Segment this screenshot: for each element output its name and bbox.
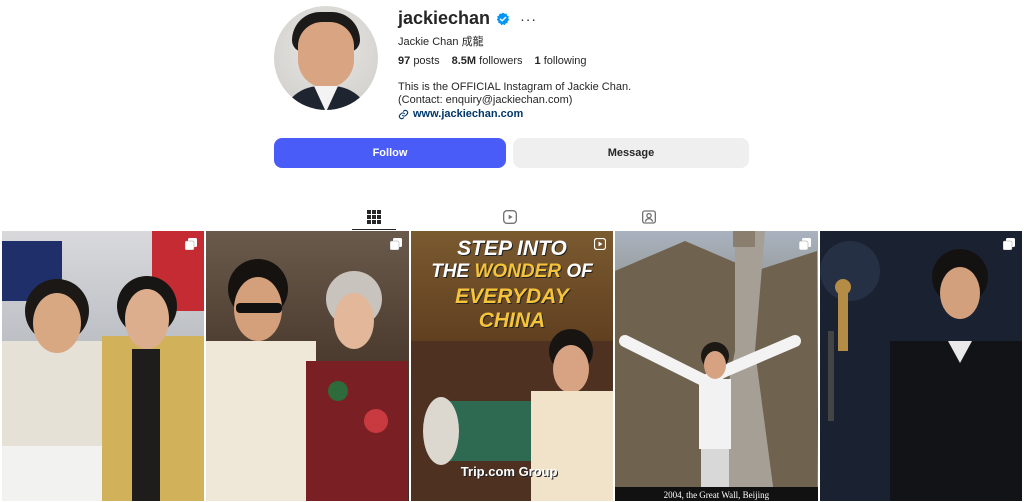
post-tile-1[interactable] xyxy=(2,231,205,501)
post-1-image xyxy=(2,231,204,501)
tab-tagged[interactable] xyxy=(627,204,671,230)
more-options-icon[interactable]: ··· xyxy=(520,12,537,26)
following-count: 1 xyxy=(534,55,541,67)
profile-full-name: Jackie Chan 成龍 xyxy=(398,36,484,48)
message-button[interactable]: Message xyxy=(513,138,749,168)
promo-headline-2: THE WONDER OF xyxy=(411,261,613,283)
multi-image-icon xyxy=(185,238,198,250)
promo-headline-1: STEP INTO xyxy=(457,237,567,260)
link-icon xyxy=(398,109,409,119)
post-tile-2[interactable] xyxy=(206,231,409,501)
post-tile-5[interactable] xyxy=(819,231,1022,501)
profile-link[interactable]: www.jackiechan.com xyxy=(413,108,523,120)
verified-badge-icon xyxy=(496,12,510,25)
follow-button[interactable]: Follow xyxy=(274,138,506,168)
username-row: jackiechan ··· xyxy=(398,8,537,29)
following-stat[interactable]: 1 following xyxy=(535,55,587,67)
following-label: following xyxy=(543,55,587,67)
profile-stats: 97 posts 8.5M followers 1 following xyxy=(398,55,587,67)
tagged-icon xyxy=(642,210,656,224)
tab-posts[interactable] xyxy=(352,204,396,230)
promo-headline-2c: OF xyxy=(561,261,593,282)
followers-count: 8.5M xyxy=(451,55,477,67)
posts-count: 97 xyxy=(398,55,411,67)
promo-brand: Trip.com Group xyxy=(460,464,558,479)
post-caption: 2004, the Great Wall, Beijing xyxy=(663,490,770,500)
profile-page: jackiechan ··· Jackie Chan 成龍 97 posts 8… xyxy=(0,0,1024,502)
reel-icon xyxy=(594,238,607,250)
profile-avatar[interactable] xyxy=(274,6,378,110)
avatar-face xyxy=(298,22,354,88)
followers-stat[interactable]: 8.5M followers xyxy=(452,55,523,67)
posts-label: posts xyxy=(413,55,440,67)
post-tile-3-trip-promo[interactable]: STEP INTO THE WONDER OF EVERYDAY CHINA T… xyxy=(410,231,614,501)
grid-icon xyxy=(367,209,381,224)
multi-image-icon xyxy=(389,238,402,250)
followers-label: followers xyxy=(479,55,523,67)
profile-link-row[interactable]: www.jackiechan.com xyxy=(398,108,523,120)
profile-username: jackiechan xyxy=(398,8,491,28)
post-5-image xyxy=(819,231,1022,501)
tab-reels[interactable] xyxy=(488,204,532,230)
post-tile-4[interactable]: 2004, the Great Wall, Beijing xyxy=(615,231,818,501)
promo-headline-2a: THE xyxy=(431,261,475,282)
posts-grid: STEP INTO THE WONDER OF EVERYDAY CHINA T… xyxy=(2,231,1022,501)
posts-stat: 97 posts xyxy=(398,55,440,67)
promo-headline-4: CHINA xyxy=(478,309,546,332)
multi-image-icon xyxy=(1002,238,1015,250)
multi-image-icon xyxy=(798,238,811,250)
promo-headline-2b: WONDER xyxy=(474,261,562,282)
post-2-image xyxy=(206,259,409,501)
reels-icon xyxy=(503,210,517,224)
post-4-image xyxy=(615,231,818,501)
profile-bio: This is the OFFICIAL Instagram of Jackie… xyxy=(398,81,632,106)
promo-headline-3: EVERYDAY xyxy=(455,285,569,308)
